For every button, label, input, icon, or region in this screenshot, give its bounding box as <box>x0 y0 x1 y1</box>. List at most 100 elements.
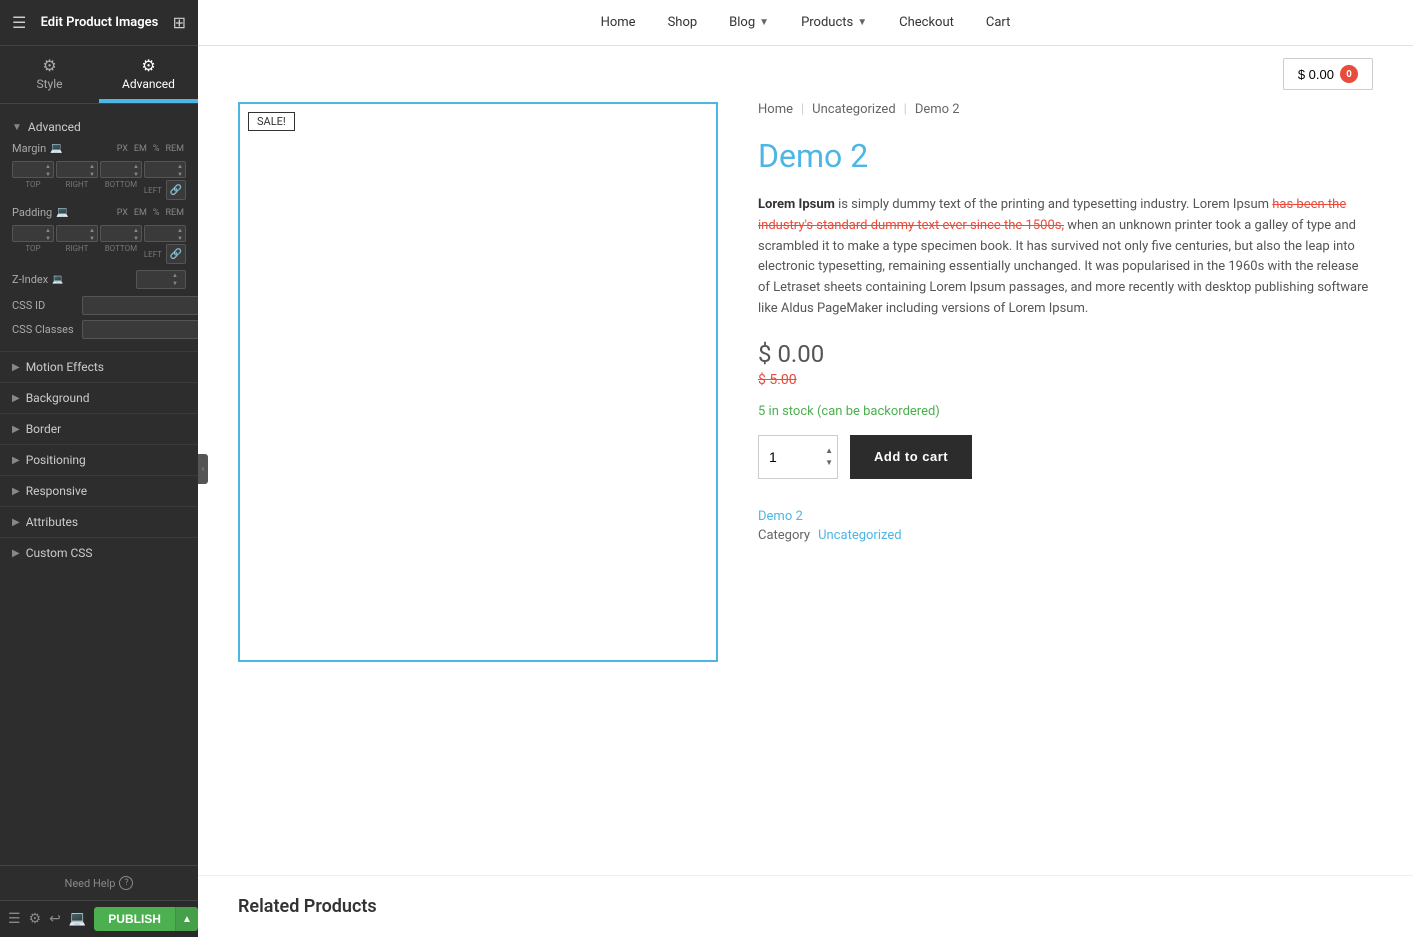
padding-bottom-down[interactable]: ▼ <box>132 235 140 243</box>
padding-inputs: ▲ ▼ ▲ ▼ ▲ <box>12 225 186 242</box>
grid-icon[interactable]: ⊞ <box>173 13 186 32</box>
responsive-icon[interactable]: 💻 <box>69 907 86 931</box>
custom-css-arrow: ▶ <box>12 548 20 559</box>
padding-top-up[interactable]: ▲ <box>44 227 52 235</box>
padding-link-toggle[interactable]: 🔗 <box>166 244 186 264</box>
product-name-link[interactable]: Demo 2 <box>758 509 803 524</box>
publish-arrow-button[interactable]: ▲ <box>175 907 198 931</box>
motion-arrow: ▶ <box>12 362 20 373</box>
tab-advanced[interactable]: ⚙ Advanced <box>99 46 198 103</box>
qty-down-button[interactable]: ▼ <box>823 457 835 469</box>
margin-unit-em[interactable]: EM <box>132 143 149 155</box>
publish-button[interactable]: PUBLISH <box>94 907 175 931</box>
css-classes-field[interactable] <box>82 320 198 339</box>
padding-top-down[interactable]: ▼ <box>44 235 52 243</box>
padding-bottom-up[interactable]: ▲ <box>132 227 140 235</box>
margin-right-down[interactable]: ▼ <box>88 171 96 179</box>
breadcrumb-uncategorized[interactable]: Uncategorized <box>812 102 895 117</box>
qty-up-button[interactable]: ▲ <box>823 445 835 457</box>
motion-effects-header[interactable]: ▶ Motion Effects <box>0 352 198 382</box>
custom-css-header[interactable]: ▶ Custom CSS <box>0 538 198 568</box>
nav-products[interactable]: Products ▼ <box>801 15 867 30</box>
margin-unit-rem[interactable]: REM <box>163 143 186 155</box>
positioning-arrow: ▶ <box>12 455 20 466</box>
margin-unit-px[interactable]: PX <box>115 143 130 155</box>
add-to-cart-row: ▲ ▼ Add to cart <box>758 435 1373 479</box>
top-nav: Home Shop Blog ▼ Products ▼ Checkout Car… <box>198 0 1413 46</box>
margin-top-input[interactable]: ▲ ▼ <box>12 161 54 178</box>
need-help-text: Need Help <box>65 877 116 890</box>
related-products-section: Related Products <box>198 875 1413 937</box>
responsive-arrow: ▶ <box>12 486 20 497</box>
padding-unit-px[interactable]: PX <box>115 207 130 219</box>
motion-effects-label: Motion Effects <box>26 360 104 374</box>
padding-unit-selector: PX EM % REM <box>115 207 186 219</box>
breadcrumb-home[interactable]: Home <box>758 102 793 117</box>
padding-right-input[interactable]: ▲ ▼ <box>56 225 98 242</box>
nav-blog[interactable]: Blog ▼ <box>729 15 769 30</box>
advanced-section-content: Margin 💻 PX EM % REM ▲ <box>0 142 198 351</box>
padding-left-input[interactable]: ▲ ▼ <box>144 225 186 242</box>
padding-unit-em[interactable]: EM <box>132 207 149 219</box>
margin-top-label: TOP <box>12 180 54 200</box>
zindex-field[interactable] <box>137 271 171 288</box>
margin-right-up[interactable]: ▲ <box>88 163 96 171</box>
cart-button[interactable]: $ 0.00 0 <box>1283 58 1373 90</box>
padding-label: Padding 💻 <box>12 206 69 219</box>
history-icon[interactable]: ↩ <box>49 907 61 931</box>
nav-cart[interactable]: Cart <box>986 15 1011 30</box>
panel-title: Edit Product Images <box>41 15 159 30</box>
margin-top-down[interactable]: ▼ <box>44 171 52 179</box>
responsive-header[interactable]: ▶ Responsive <box>0 476 198 506</box>
add-to-cart-button[interactable]: Add to cart <box>850 435 972 479</box>
padding-left-label: LEFT <box>144 250 162 259</box>
nav-home[interactable]: Home <box>601 15 636 30</box>
nav-shop[interactable]: Shop <box>668 15 698 30</box>
margin-bottom-down[interactable]: ▼ <box>132 171 140 179</box>
margin-left-up[interactable]: ▲ <box>176 163 184 171</box>
related-products-title: Related Products <box>238 896 1373 917</box>
padding-left-down[interactable]: ▼ <box>176 235 184 243</box>
margin-unit-pct[interactable]: % <box>151 143 162 155</box>
attributes-header[interactable]: ▶ Attributes <box>0 507 198 537</box>
css-id-field[interactable] <box>82 296 198 315</box>
margin-bottom-input[interactable]: ▲ ▼ <box>100 161 142 178</box>
margin-link-toggle[interactable]: 🔗 <box>166 180 186 200</box>
padding-unit-rem[interactable]: REM <box>163 207 186 219</box>
padding-right-label: RIGHT <box>56 244 98 264</box>
need-help-link[interactable]: Need Help ? <box>10 876 188 890</box>
margin-right-input[interactable]: ▲ ▼ <box>56 161 98 178</box>
margin-top-up[interactable]: ▲ <box>44 163 52 171</box>
padding-left-up[interactable]: ▲ <box>176 227 184 235</box>
zindex-down[interactable]: ▼ <box>171 280 179 288</box>
tab-style[interactable]: ⚙ Style <box>0 46 99 103</box>
advanced-section-header[interactable]: ▼ Advanced <box>0 112 198 142</box>
hamburger-icon[interactable]: ☰ <box>12 13 26 32</box>
padding-right-up[interactable]: ▲ <box>88 227 96 235</box>
padding-top-input[interactable]: ▲ ▼ <box>12 225 54 242</box>
advanced-tab-label: Advanced <box>122 77 175 91</box>
border-label: Border <box>26 422 61 436</box>
product-info-col: Home | Uncategorized | Demo 2 Demo 2 Lor… <box>758 102 1373 845</box>
positioning-header[interactable]: ▶ Positioning <box>0 445 198 475</box>
padding-bottom-input[interactable]: ▲ ▼ <box>100 225 142 242</box>
category-value-link[interactable]: Uncategorized <box>818 528 901 543</box>
style-tab-icon: ⚙ <box>0 56 99 75</box>
padding-right-down[interactable]: ▼ <box>88 235 96 243</box>
responsive-section: ▶ Responsive <box>0 475 198 506</box>
nav-checkout[interactable]: Checkout <box>899 15 954 30</box>
breadcrumb-sep-2: | <box>904 102 907 117</box>
margin-bottom-up[interactable]: ▲ <box>132 163 140 171</box>
settings-icon[interactable]: ⚙ <box>29 907 42 931</box>
padding-unit-pct[interactable]: % <box>151 207 162 219</box>
add-element-icon[interactable]: ☰ <box>8 907 21 931</box>
background-header[interactable]: ▶ Background <box>0 383 198 413</box>
margin-left-input[interactable]: ▲ ▼ <box>144 161 186 178</box>
product-title: Demo 2 <box>758 137 1373 175</box>
border-header[interactable]: ▶ Border <box>0 414 198 444</box>
margin-left-down[interactable]: ▼ <box>176 171 184 179</box>
margin-field-row: Margin 💻 PX EM % REM <box>12 142 186 155</box>
zindex-up[interactable]: ▲ <box>171 272 179 280</box>
panel-collapse-handle[interactable]: ‹ <box>198 454 208 484</box>
css-classes-row: CSS Classes ≡ <box>12 319 186 339</box>
